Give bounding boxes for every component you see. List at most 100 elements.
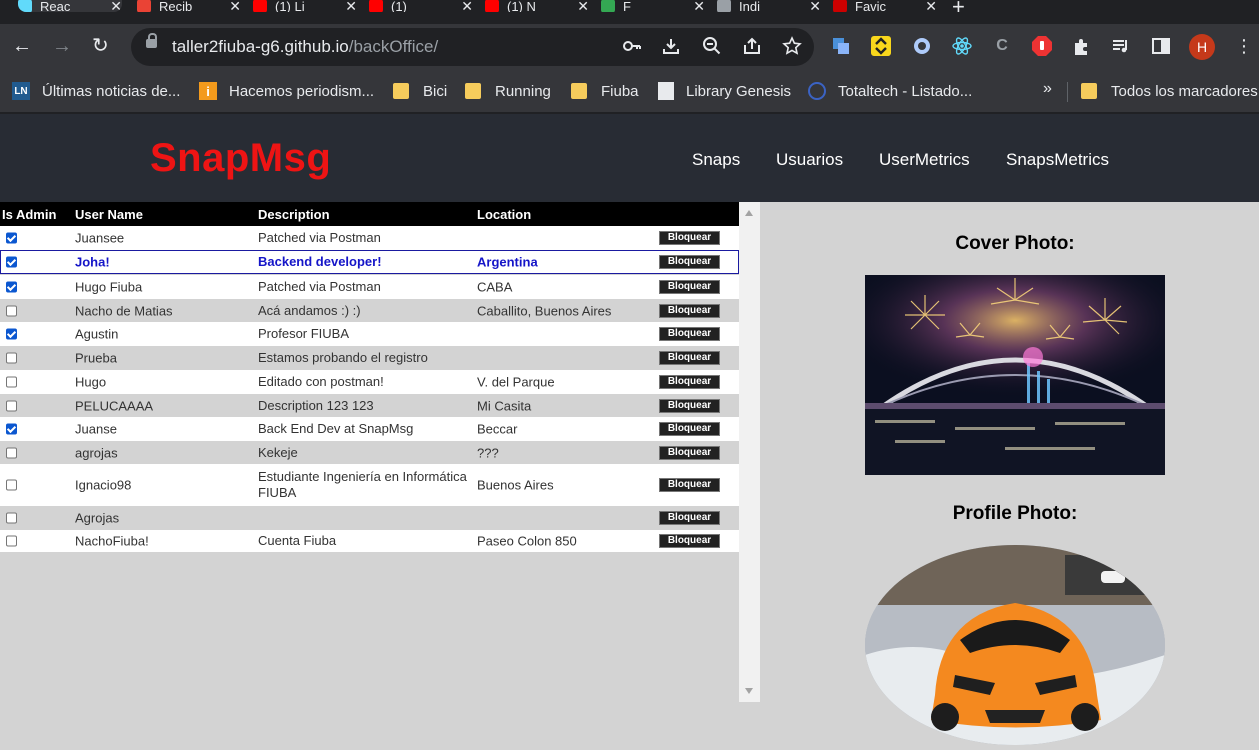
adblock-icon[interactable] [1031,35,1053,57]
tab-close-icon[interactable]: ✕ [577,0,589,12]
location-cell: Beccar [477,421,518,437]
browser-tab[interactable]: F ✕ [601,0,705,12]
block-button[interactable]: Bloquear [659,534,720,548]
browser-tab[interactable]: Recib ✕ [137,0,241,12]
is-admin-checkbox[interactable] [6,232,17,244]
circle-extension-icon[interactable] [911,35,933,57]
side-panel-icon[interactable] [1150,35,1172,57]
nav-snapsmetrics[interactable]: SnapsMetrics [1006,150,1109,170]
table-row[interactable]: Juansee Patched via Postman Bloquear [0,226,739,250]
sort-extension-icon[interactable] [870,35,892,57]
more-bookmarks-chevron-icon[interactable]: » [1043,80,1052,98]
is-admin-checkbox[interactable] [6,423,17,435]
block-button[interactable]: Bloquear [659,255,720,269]
nav-usermetrics[interactable]: UserMetrics [879,150,970,170]
table-row[interactable]: Prueba Estamos probando el registro Bloque… [0,346,739,370]
bookmark-star-icon[interactable] [782,36,802,61]
block-button[interactable]: Bloquear [659,351,720,365]
is-admin-checkbox[interactable] [6,256,17,268]
browser-tab[interactable]: (1) Li ✕ [253,0,357,12]
nav-usuarios[interactable]: Usuarios [776,150,843,170]
is-admin-checkbox[interactable] [6,400,17,411]
user-name-cell: Juanse [75,421,117,437]
is-admin-checkbox[interactable] [6,376,17,388]
scroll-down-arrow-icon[interactable] [745,688,753,694]
tab-close-icon[interactable]: ✕ [461,0,473,12]
table-scrollbar[interactable] [739,202,760,702]
bookmark-info[interactable]: i Hacemos periodism... [199,70,374,112]
tab-close-icon[interactable]: ✕ [925,0,937,12]
block-button[interactable]: Bloquear [659,231,720,245]
new-tab-plus-icon[interactable]: + [952,0,965,20]
tab-close-icon[interactable]: ✕ [345,0,357,12]
is-admin-checkbox[interactable] [6,447,17,458]
block-button[interactable]: Bloquear [659,375,720,389]
browser-tab[interactable]: Favic ✕ [833,0,937,12]
is-admin-checkbox[interactable] [6,352,17,364]
block-button[interactable]: Bloquear [659,280,720,294]
url-text[interactable]: taller2fiuba-g6.github.io/backOffice/ [172,37,438,57]
table-row[interactable]: Nacho de Matias Acá andamos :) :) Caballit… [0,299,739,322]
is-admin-checkbox[interactable] [6,328,17,340]
profile-avatar[interactable]: H [1189,34,1215,60]
table-row[interactable]: Agustin Profesor FIUBA Bloquear [0,322,739,346]
forward-arrow-icon[interactable]: → [52,34,72,58]
tab-close-icon[interactable]: ✕ [809,0,821,12]
extensions-puzzle-icon[interactable] [1071,35,1093,57]
table-row[interactable]: NachoFiuba! Cuenta Fiuba Paseo Colon 850 Bl… [0,530,739,552]
tab-copy-extension-icon[interactable] [830,35,852,57]
address-bar[interactable]: taller2fiuba-g6.github.io/backOffice/ [131,28,814,66]
block-button[interactable]: Bloquear [659,445,720,460]
block-button[interactable]: Bloquear [659,303,720,318]
is-admin-checkbox[interactable] [6,305,17,316]
is-admin-checkbox[interactable] [6,535,17,547]
chrome-menu-icon[interactable]: ⋮ [1235,34,1253,58]
bookmark-fiuba[interactable]: Fiuba [571,70,639,112]
nav-snaps[interactable]: Snaps [692,150,740,170]
bookmark-running[interactable]: Running [465,70,551,112]
tab-close-icon[interactable]: ✕ [693,0,705,12]
app-header: SnapMsg Snaps Usuarios UserMetrics Snaps… [0,114,1259,202]
bookmark-bici[interactable]: Bici [393,70,447,112]
bookmark-ln[interactable]: LN Últimas noticias de... [12,70,180,112]
install-icon[interactable] [661,36,681,61]
scroll-up-arrow-icon[interactable] [745,210,753,216]
browser-tab[interactable]: (1) ✕ [369,0,473,12]
bookmark-totaltech[interactable]: Totaltech - Listado... [808,70,972,112]
media-queue-icon[interactable] [1110,35,1132,57]
block-button[interactable]: Bloquear [659,422,720,436]
block-button[interactable]: Bloquear [659,478,720,492]
table-row[interactable]: Joha! Backend developer! Argentina Bloquear [0,250,739,274]
browser-tab[interactable]: (1) N ✕ [485,0,589,12]
tab-close-icon[interactable]: ✕ [229,0,241,12]
table-row[interactable]: Agrojas Bloquear [0,506,739,530]
browser-tab[interactable]: Reac ✕ [18,0,122,12]
back-arrow-icon[interactable]: ← [12,34,32,58]
app-logo[interactable]: SnapMsg [150,136,331,181]
browser-tab[interactable]: Indi ✕ [717,0,821,12]
tab-title: Indi [739,0,760,12]
table-row[interactable]: Juanse Back End Dev at SnapMsg Beccar Bloqu… [0,417,739,441]
tab-close-icon[interactable]: ✕ [110,0,122,12]
table-row[interactable]: agrojas Kekeje??? Bloquear [0,441,739,464]
zoom-out-icon[interactable] [702,36,722,61]
table-row[interactable]: Ignacio98 Estudiante Ingeniería en Inform… [0,464,739,506]
block-button[interactable]: Bloquear [659,327,720,341]
key-icon[interactable] [622,36,642,61]
table-row[interactable]: PELUCAAAA Description 123 123 Mi Casita Blo… [0,394,739,417]
all-bookmarks-folder[interactable]: Todos los marcadores [1081,70,1258,112]
react-devtools-icon[interactable] [951,35,973,57]
bookmark-library-genesis[interactable]: Library Genesis [658,70,791,112]
block-button[interactable]: Bloquear [659,511,720,525]
table-row[interactable]: Hugo Fiuba Patched via Postman CABA Bloquea… [0,275,739,299]
table-row[interactable]: Hugo Editado con postman! V. del Parque Blo… [0,370,739,394]
share-icon[interactable] [742,36,762,61]
c-extension-icon[interactable]: C [991,35,1013,57]
is-admin-checkbox[interactable] [6,281,17,293]
block-button[interactable]: Bloquear [659,398,720,413]
is-admin-checkbox[interactable] [6,479,17,491]
lock-icon[interactable] [146,33,157,48]
reload-icon[interactable]: ↻ [92,34,109,58]
description-cell: Estamos probando el registro [258,350,428,365]
is-admin-checkbox[interactable] [6,512,17,524]
